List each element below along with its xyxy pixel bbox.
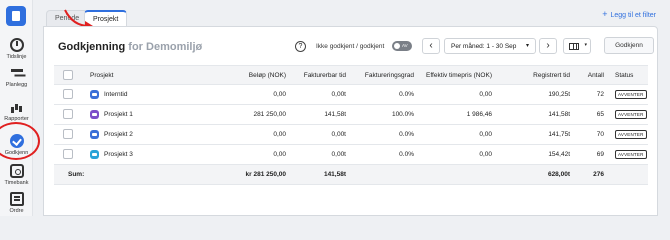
clock-icon [9, 38, 24, 52]
folder-icon [90, 110, 99, 119]
table-row[interactable]: Prosjekt 1 281 250,00 141,58t 100.0% 1 9… [54, 105, 648, 125]
sidebar-item-label: Tidslinje [6, 54, 27, 60]
sum-count: 276 [593, 171, 604, 178]
project-name[interactable]: Interntid [104, 91, 128, 98]
sum-billable: 141,58t [323, 171, 346, 178]
row-checkbox[interactable] [63, 89, 73, 99]
registered-cell: 154,42t [548, 151, 570, 158]
column-header-count[interactable]: Antall [588, 72, 604, 79]
page-subtitle: for Demomiljø [128, 41, 203, 53]
sidebar-item-timebank[interactable]: Timebank [0, 164, 33, 186]
sidebar-item-ordre[interactable]: Ordre [0, 192, 33, 214]
registered-cell: 141,75t [548, 131, 570, 138]
count-cell: 70 [596, 131, 604, 138]
column-header-status[interactable]: Status [615, 72, 633, 79]
table-row[interactable]: Prosjekt 2 0,00 0,00t 0.0% 0,00 141,75t … [54, 125, 648, 145]
highlight-circle-annotation [0, 122, 40, 160]
column-header-billable[interactable]: Fakturerbar tid [304, 72, 346, 79]
hourly-rate-cell: 1 986,46 [466, 111, 492, 118]
billing-rate-cell: 0.0% [399, 151, 414, 158]
count-cell: 65 [596, 111, 604, 118]
sum-amount: kr 281 250,00 [245, 171, 286, 178]
page-title: Godkjenning for Demomiljø [58, 41, 202, 53]
help-icon[interactable]: ? [295, 41, 306, 52]
row-checkbox[interactable] [63, 109, 73, 119]
approval-panel: Godkjenning for Demomiljø ? Ikke godkjen… [43, 26, 658, 216]
order-icon [9, 192, 24, 206]
next-period-button[interactable]: › [539, 38, 557, 54]
timebank-icon [9, 164, 24, 178]
folder-icon [90, 130, 99, 139]
sum-registered: 628,00t [547, 171, 570, 178]
status-badge: AVVENTER [615, 130, 647, 139]
sidebar-item-label: Timebank [4, 180, 29, 186]
status-badge: AVVENTER [615, 150, 647, 159]
project-name[interactable]: Prosjekt 2 [104, 131, 133, 138]
row-checkbox[interactable] [63, 149, 73, 159]
sidebar: Tidslinje Planlegg Rapporter Godkjenn Ti… [0, 0, 33, 216]
app-logo[interactable] [6, 6, 26, 26]
period-select[interactable]: Per måned: 1 - 30 Sep ▾ [444, 38, 536, 54]
chevron-down-icon: ▾ [584, 42, 587, 48]
column-header-hourly-rate[interactable]: Effektiv timepris (NOK) [426, 72, 492, 79]
table-sum-row: Sum: kr 281 250,00 141,58t 628,00t 276 [54, 165, 648, 185]
billable-cell: 0,00t [331, 131, 346, 138]
amount-cell: 0,00 [273, 131, 286, 138]
registered-cell: 141,58t [548, 111, 570, 118]
billable-cell: 0,00t [331, 91, 346, 98]
sidebar-item-label: Ordre [9, 208, 24, 214]
sidebar-item-tidslinje[interactable]: Tidslinje [0, 38, 33, 60]
amount-cell: 281 250,00 [253, 111, 286, 118]
status-badge: AVVENTER [615, 90, 647, 99]
folder-icon [90, 90, 99, 99]
hourly-rate-cell: 0,00 [479, 131, 492, 138]
hourly-rate-cell: 0,00 [479, 151, 492, 158]
column-header-registered[interactable]: Registrert tid [533, 72, 570, 79]
toggle-label: Ikke godkjent / godkjent [316, 43, 385, 50]
billing-rate-cell: 0.0% [399, 91, 414, 98]
folder-icon [90, 150, 99, 159]
amount-cell: 0,00 [273, 151, 286, 158]
row-checkbox[interactable] [63, 129, 73, 139]
bar-chart-icon [10, 100, 24, 114]
sidebar-item-label: Planlegg [5, 82, 28, 88]
chevron-down-icon: ▾ [525, 43, 529, 49]
approve-button[interactable]: Godkjenn [604, 37, 654, 54]
period-select-value: Per måned: 1 - 30 Sep [451, 43, 517, 50]
planner-icon [10, 66, 24, 80]
page-title-text: Godkjenning [58, 41, 126, 53]
toggle-state-text: AV [402, 43, 408, 48]
billing-rate-cell: 0.0% [399, 131, 414, 138]
billing-rate-cell: 100.0% [391, 111, 414, 118]
count-cell: 69 [596, 151, 604, 158]
table-row[interactable]: Prosjekt 3 0,00 0,00t 0.0% 0,00 154,42t … [54, 145, 648, 165]
sum-label: Sum: [68, 171, 85, 178]
columns-icon [569, 43, 579, 50]
sidebar-item-rapporter[interactable]: Rapporter [0, 100, 33, 122]
add-filter-link[interactable]: + Legg til et filter [602, 9, 656, 19]
billable-cell: 141,58t [324, 111, 346, 118]
select-all-checkbox[interactable] [63, 70, 73, 80]
sidebar-item-planlegg[interactable]: Planlegg [0, 66, 33, 88]
prev-period-button[interactable]: ‹ [422, 38, 440, 54]
project-name[interactable]: Prosjekt 3 [104, 151, 133, 158]
column-header-project[interactable]: Prosjekt [90, 72, 113, 79]
column-header-billing-rate[interactable]: Faktureringsgrad [365, 72, 414, 79]
columns-button[interactable]: ▾ [563, 38, 591, 54]
table-header-row: Prosjekt Beløp (NOK) Fakturerbar tid Fak… [54, 65, 648, 85]
table-row[interactable]: Interntid 0,00 0,00t 0.0% 0,00 190,25t 7… [54, 85, 648, 105]
count-cell: 72 [596, 91, 604, 98]
add-filter-label: Legg til et filter [610, 12, 656, 19]
status-badge: AVVENTER [615, 110, 647, 119]
billable-cell: 0,00t [331, 151, 346, 158]
hourly-rate-cell: 0,00 [479, 91, 492, 98]
registered-cell: 190,25t [548, 91, 570, 98]
amount-cell: 0,00 [273, 91, 286, 98]
plus-icon: + [602, 9, 608, 19]
project-name[interactable]: Prosjekt 1 [104, 111, 133, 118]
column-header-amount[interactable]: Beløp (NOK) [249, 72, 286, 79]
